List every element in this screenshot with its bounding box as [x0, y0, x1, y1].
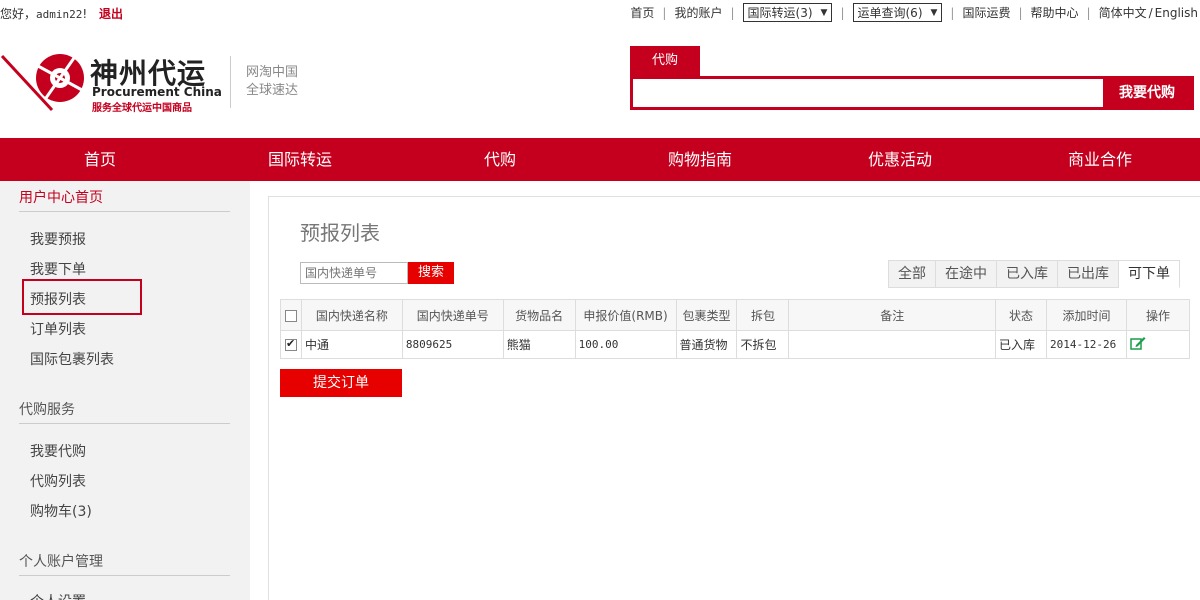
- cell-status: 已入库: [995, 330, 1048, 359]
- waybill-dropdown[interactable]: 运单查询(6) ▼: [852, 3, 943, 22]
- brand-name-en: Procurement China: [92, 85, 222, 99]
- col-actions: 操作: [1126, 299, 1190, 331]
- site-logo[interactable]: 神州代运 Procurement China 服务全球代运中国商品: [0, 52, 222, 114]
- lang-cn-link[interactable]: 简体中文: [1091, 4, 1149, 21]
- col-status: 状态: [995, 299, 1048, 331]
- col-value: 申报价值(RMB): [574, 299, 677, 331]
- col-type: 包裹类型: [675, 299, 738, 331]
- sidebar-section-daigou: 代购服务: [19, 402, 75, 418]
- forecast-table: 国内快递名称 国内快递单号 货物品名 申报价值(RMB) 包裹类型 拆包 备注 …: [280, 299, 1190, 359]
- col-courier: 国内快递名称: [300, 299, 403, 331]
- row-select-cell: [280, 330, 302, 359]
- search-box: 我要代购: [630, 76, 1194, 110]
- edit-icon[interactable]: [1130, 336, 1146, 350]
- sidebar-item-parcel-list[interactable]: 国际包裹列表: [30, 349, 114, 369]
- col-goods: 货物品名: [502, 299, 576, 331]
- top-link-account[interactable]: 我的账户: [666, 4, 730, 21]
- nav-item-transfer[interactable]: 国际转运: [200, 138, 400, 181]
- col-note: 备注: [788, 299, 997, 331]
- search-button[interactable]: 搜索: [408, 262, 454, 284]
- top-link-home[interactable]: 首页: [622, 4, 662, 21]
- lang-en-link[interactable]: English: [1153, 6, 1200, 20]
- sidebar: 用户中心首页 我要预报 我要下单 预报列表 订单列表 国际包裹列表 代购服务 我…: [0, 181, 250, 600]
- sidebar-item-place-order[interactable]: 我要下单: [30, 259, 86, 279]
- cell-goods: 熊猫: [502, 330, 576, 359]
- col-unpack: 拆包: [736, 299, 790, 331]
- nav-item-daigou[interactable]: 代购: [400, 138, 600, 181]
- nav-item-promotions[interactable]: 优惠活动: [800, 138, 1000, 181]
- cell-value: 100.00: [574, 330, 677, 359]
- select-all-cell: [280, 299, 302, 331]
- nav-item-home[interactable]: 首页: [0, 138, 200, 181]
- table-header-row: 国内快递名称 国内快递单号 货物品名 申报价值(RMB) 包裹类型 拆包 备注 …: [280, 299, 1190, 331]
- col-date: 添加时间: [1046, 299, 1127, 331]
- divider: [19, 575, 230, 576]
- page-title: 预报列表: [300, 221, 380, 245]
- sidebar-item-forecast-list[interactable]: 预报列表: [30, 289, 86, 309]
- main-content: 预报列表 搜索 全部 在途中 已入库 已出库 可下单 国内快递名称 国内快递单号…: [268, 196, 1200, 600]
- cell-type: 普通货物: [675, 330, 738, 359]
- status-tabs: 全部 在途中 已入库 已出库 可下单: [888, 260, 1180, 288]
- cell-courier: 中通: [300, 330, 403, 359]
- waybill-dropdown-label: 运单查询(6): [857, 6, 923, 20]
- triangle-down-icon: ▼: [930, 7, 938, 18]
- nav-item-business[interactable]: 商业合作: [1000, 138, 1200, 181]
- sidebar-item-settings[interactable]: 个人设置: [30, 591, 86, 600]
- daigou-search-button[interactable]: 我要代购: [1103, 79, 1191, 107]
- logo-mark-icon: [0, 54, 84, 112]
- logout-link[interactable]: 退出: [99, 7, 123, 21]
- sidebar-item-cart[interactable]: 购物车(3): [30, 501, 92, 521]
- tab-shipped[interactable]: 已出库: [1058, 260, 1119, 288]
- cell-actions: [1126, 330, 1190, 359]
- greeting: 您好，admin22! 退出: [0, 5, 123, 22]
- search-tab-daigou[interactable]: 代购: [630, 46, 700, 76]
- tracking-filter-input[interactable]: [300, 262, 408, 284]
- nav-item-guide[interactable]: 购物指南: [600, 138, 800, 181]
- top-link-help[interactable]: 帮助中心: [1023, 4, 1087, 21]
- main-nav: 首页 国际转运 代购 购物指南 优惠活动 商业合作: [0, 138, 1200, 181]
- slogan-line-1: 网淘中国: [246, 65, 299, 80]
- col-tracking: 国内快递单号: [401, 299, 504, 331]
- top-link-freight[interactable]: 国际运费: [954, 4, 1018, 21]
- sidebar-item-forecast[interactable]: 我要预报: [30, 229, 86, 249]
- slogan-line-2: 全球速达: [246, 83, 299, 98]
- search-input[interactable]: [633, 79, 1103, 107]
- sidebar-item-order-list[interactable]: 订单列表: [30, 319, 86, 339]
- triangle-down-icon: ▼: [820, 7, 828, 18]
- username: admin22: [36, 8, 83, 21]
- top-links: 首页 | 我的账户 | 国际转运(3) ▼ | 运单查询(6) ▼ | 国际运费 |…: [622, 3, 1200, 22]
- transfer-dropdown-label: 国际转运(3): [747, 6, 813, 20]
- header: 神州代运 Procurement China 服务全球代运中国商品 网淘中国 全…: [0, 26, 1200, 138]
- tab-all[interactable]: 全部: [888, 260, 936, 288]
- logo-divider: [230, 56, 231, 108]
- greeting-exclaim: !: [82, 7, 88, 21]
- sidebar-item-daigou-list[interactable]: 代购列表: [30, 471, 86, 491]
- select-all-checkbox[interactable]: [284, 309, 297, 322]
- cell-unpack: 不拆包: [736, 330, 790, 359]
- top-bar: 您好，admin22! 退出 首页 | 我的账户 | 国际转运(3) ▼ | 运单…: [0, 0, 1200, 26]
- tab-orderable[interactable]: 可下单: [1119, 260, 1180, 288]
- sidebar-item-user-center[interactable]: 用户中心首页: [19, 187, 103, 207]
- tab-in-warehouse[interactable]: 已入库: [997, 260, 1058, 288]
- cell-note: [788, 330, 997, 359]
- tab-in-transit[interactable]: 在途中: [936, 260, 997, 288]
- greeting-text: 您好，: [0, 7, 37, 21]
- slogan: 网淘中国 全球速达: [246, 64, 298, 100]
- brand-tagline: 服务全球代运中国商品: [92, 103, 192, 114]
- submit-order-button[interactable]: 提交订单: [280, 369, 402, 397]
- divider: |: [840, 5, 845, 20]
- divider: [19, 211, 230, 212]
- transfer-dropdown[interactable]: 国际转运(3) ▼: [742, 3, 833, 22]
- divider: [19, 423, 230, 424]
- cell-date: 2014-12-26: [1046, 330, 1127, 359]
- sidebar-item-daigou[interactable]: 我要代购: [30, 441, 86, 461]
- sidebar-section-account: 个人账户管理: [19, 554, 103, 570]
- table-row: 中通 8809625 熊猫 100.00 普通货物 不拆包 已入库 2014-1…: [280, 330, 1190, 359]
- divider: |: [730, 5, 735, 20]
- row-checkbox[interactable]: [284, 337, 297, 351]
- cell-tracking: 8809625: [401, 330, 504, 359]
